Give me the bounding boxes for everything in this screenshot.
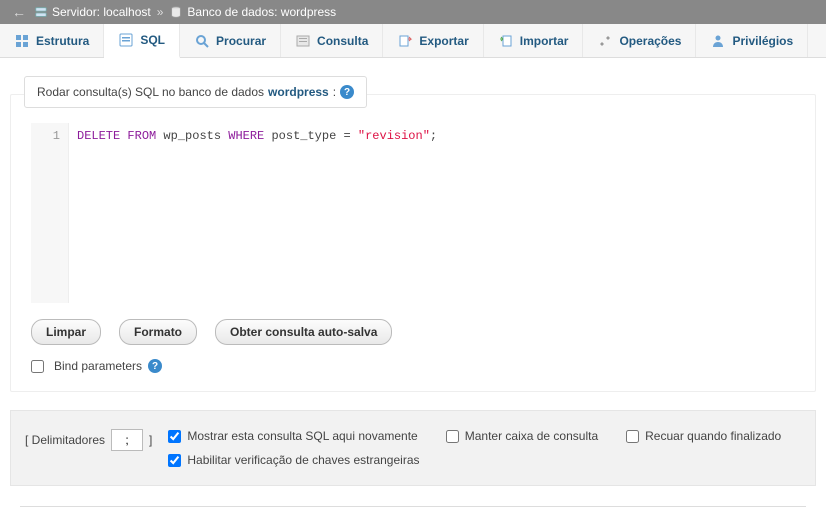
line-gutter: 1 — [31, 123, 69, 303]
autosave-button[interactable]: Obter consulta auto-salva — [215, 319, 392, 345]
bind-params-checkbox[interactable] — [31, 360, 44, 373]
database-crumb[interactable]: Banco de dados: wordpress — [169, 5, 336, 19]
tab-label: Importar — [520, 34, 569, 48]
help-icon[interactable]: ? — [340, 85, 354, 99]
tab-exportar[interactable]: Exportar — [383, 24, 483, 57]
sql-table: wp_posts — [156, 129, 228, 143]
tab-sql[interactable]: SQL — [104, 24, 180, 58]
sql-tail: ; — [430, 129, 437, 143]
breadcrumb-separator: » — [157, 5, 164, 19]
option-row-1: Mostrar esta consulta SQL aqui novamente… — [168, 429, 781, 443]
sql-icon — [118, 32, 134, 48]
server-crumb[interactable]: Servidor: localhost — [34, 5, 151, 19]
rollback-label: Recuar quando finalizado — [645, 429, 781, 443]
delimiter-group: [ Delimitadores ] — [25, 429, 152, 451]
fk-checkbox[interactable] — [168, 454, 181, 467]
sql-col: post_type = — [264, 129, 358, 143]
option-row-2: Habilitar verificação de chaves estrange… — [168, 453, 781, 467]
tab-label: Procurar — [216, 34, 266, 48]
tab-label: Privilégios — [732, 34, 793, 48]
rollback-checkbox[interactable] — [626, 430, 639, 443]
fk-label: Habilitar verificação de chaves estrange… — [187, 453, 419, 467]
tab-operacoes[interactable]: Operações — [583, 24, 696, 57]
bottom-options: [ Delimitadores ] Mostrar esta consulta … — [10, 410, 816, 486]
delimiter-open: [ Delimitadores — [25, 433, 105, 447]
tab-label: Consulta — [317, 34, 368, 48]
delimiter-close: ] — [149, 433, 152, 447]
server-label: Servidor: localhost — [52, 5, 151, 19]
keep-box-label: Manter caixa de consulta — [465, 429, 598, 443]
line-number: 1 — [31, 129, 60, 143]
sql-code[interactable]: DELETE FROM wp_posts WHERE post_type = "… — [69, 123, 795, 303]
show-again-option[interactable]: Mostrar esta consulta SQL aqui novamente — [168, 429, 417, 443]
keep-box-option[interactable]: Manter caixa de consulta — [446, 429, 598, 443]
rollback-option[interactable]: Recuar quando finalizado — [626, 429, 781, 443]
sql-panel: 1 DELETE FROM wp_posts WHERE post_type =… — [10, 94, 816, 392]
keep-box-checkbox[interactable] — [446, 430, 459, 443]
search-icon — [194, 33, 210, 49]
back-arrow[interactable]: ← — [4, 4, 34, 20]
database-icon — [169, 5, 183, 19]
sql-editor[interactable]: 1 DELETE FROM wp_posts WHERE post_type =… — [31, 123, 795, 303]
tab-procurar[interactable]: Procurar — [180, 24, 281, 57]
show-again-label: Mostrar esta consulta SQL aqui novamente — [187, 429, 417, 443]
tab-importar[interactable]: Importar — [484, 24, 584, 57]
kw-where: WHERE — [228, 129, 264, 143]
tab-label: Estrutura — [36, 34, 89, 48]
tab-estrutura[interactable]: Estrutura — [0, 24, 104, 57]
import-icon — [498, 33, 514, 49]
main-tabs: Estrutura SQL Procurar Consulta Exportar… — [0, 24, 826, 58]
editor-buttons: Limpar Formato Obter consulta auto-salva — [11, 315, 815, 355]
bind-params-row: Bind parameters ? — [11, 355, 815, 377]
clear-button[interactable]: Limpar — [31, 319, 101, 345]
tab-label: Exportar — [419, 34, 468, 48]
bind-params-label: Bind parameters — [54, 359, 142, 373]
breadcrumb-bar: ← Servidor: localhost » Banco de dados: … — [0, 0, 826, 24]
operations-icon — [597, 33, 613, 49]
sql-content: Rodar consulta(s) SQL no banco de dados … — [0, 58, 826, 525]
panel-title-suffix: : — [333, 85, 336, 99]
tab-consulta[interactable]: Consulta — [281, 24, 383, 57]
tab-label: Operações — [619, 34, 681, 48]
panel-title-prefix: Rodar consulta(s) SQL no banco de dados — [37, 85, 264, 99]
export-icon — [397, 33, 413, 49]
query-icon — [295, 33, 311, 49]
tab-label: SQL — [140, 33, 165, 47]
kw-delete: DELETE — [77, 129, 120, 143]
fk-option[interactable]: Habilitar verificação de chaves estrange… — [168, 453, 419, 467]
panel-title: Rodar consulta(s) SQL no banco de dados … — [24, 76, 367, 108]
show-again-checkbox[interactable] — [168, 430, 181, 443]
help-icon[interactable]: ? — [148, 359, 162, 373]
sql-string: "revision" — [358, 129, 430, 143]
delimiter-input[interactable] — [111, 429, 143, 451]
checkbox-options: Mostrar esta consulta SQL aqui novamente… — [168, 429, 781, 467]
server-icon — [34, 5, 48, 19]
format-button[interactable]: Formato — [119, 319, 197, 345]
structure-icon — [14, 33, 30, 49]
tab-privilegios[interactable]: Privilégios — [696, 24, 808, 57]
kw-from: FROM — [127, 129, 156, 143]
footer-divider — [20, 506, 806, 507]
privileges-icon — [710, 33, 726, 49]
database-label: Banco de dados: wordpress — [187, 5, 336, 19]
panel-title-dbname[interactable]: wordpress — [268, 85, 329, 99]
